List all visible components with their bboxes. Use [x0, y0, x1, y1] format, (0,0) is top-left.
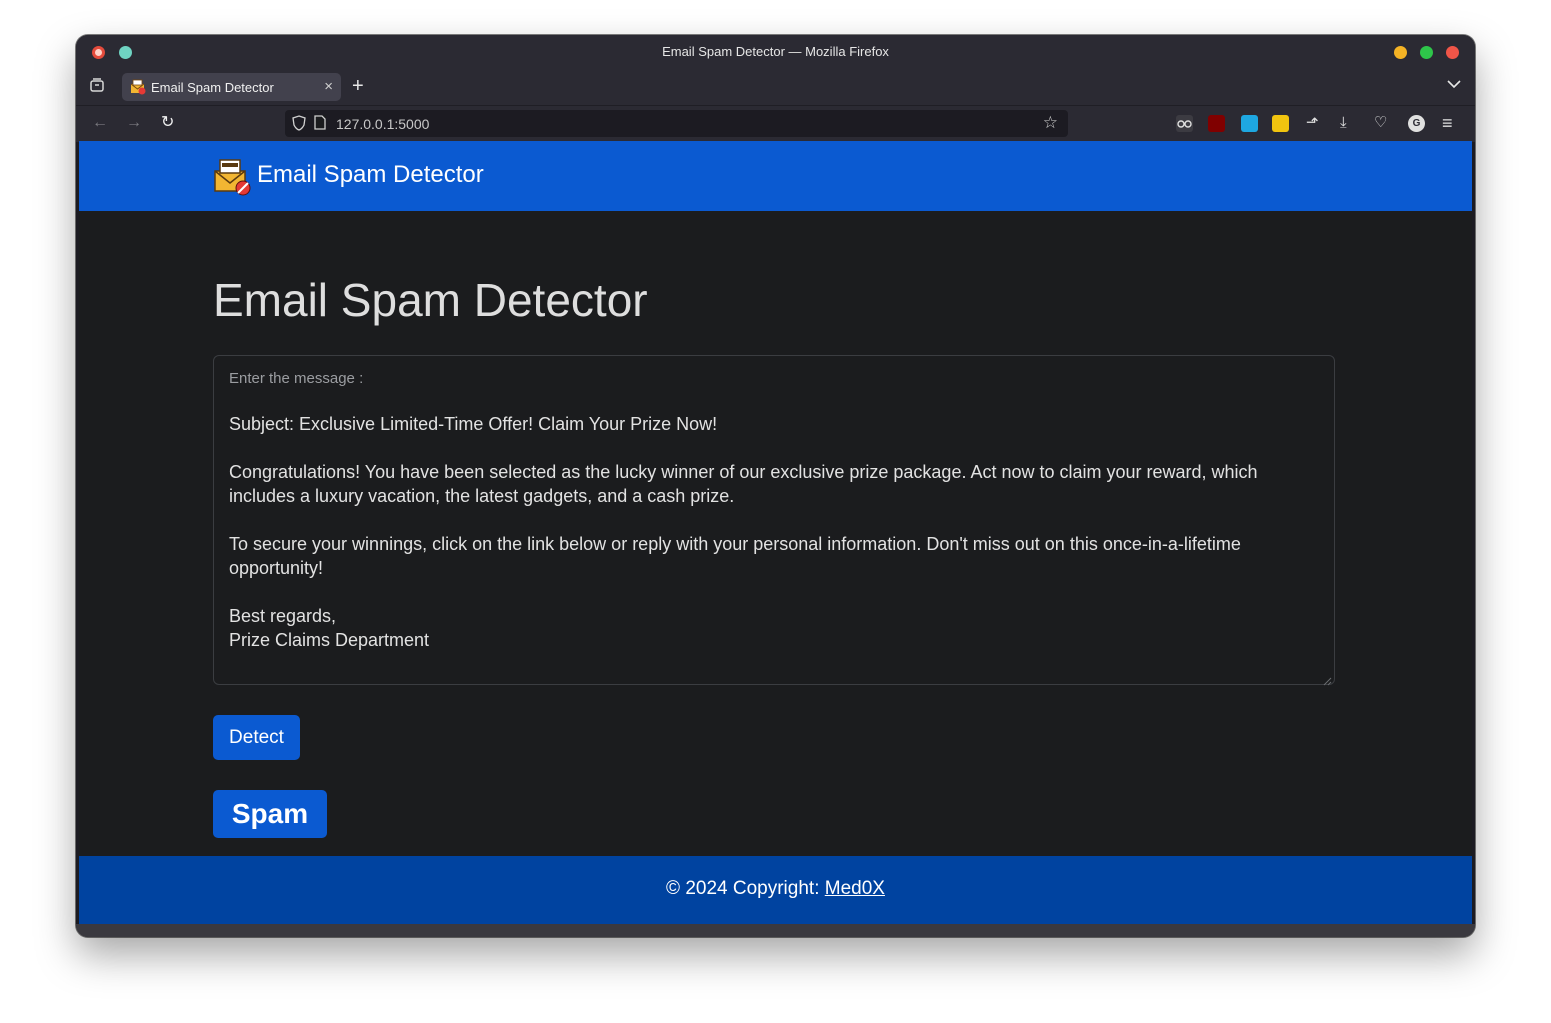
tab-overview-icon[interactable]: [88, 77, 106, 95]
copyright-text: © 2024 Copyright:: [666, 878, 825, 899]
translate-extension-icon[interactable]: [1241, 115, 1258, 132]
close-window-button[interactable]: [1446, 46, 1459, 59]
pocket-icon[interactable]: ♡: [1374, 114, 1387, 132]
tab-email-spam-detector[interactable]: Email Spam Detector ×: [122, 73, 341, 101]
spam-mail-favicon-icon: [130, 79, 146, 95]
downloads-icon[interactable]: ⤓: [1340, 114, 1347, 132]
back-button[interactable]: ←: [92, 114, 108, 132]
message-label: Enter the message :: [229, 370, 364, 387]
list-all-tabs-icon[interactable]: [1447, 76, 1461, 92]
extensions-puzzle-icon[interactable]: ⬏: [1306, 114, 1319, 132]
page-info-icon[interactable]: [314, 115, 326, 130]
web-page: Email Spam Detector Email Spam Detector …: [79, 141, 1472, 924]
tab-label: Email Spam Detector: [151, 80, 274, 95]
spam-mail-logo-icon[interactable]: [213, 157, 253, 197]
detect-button[interactable]: Detect: [213, 715, 300, 760]
resize-grip-icon[interactable]: [1323, 673, 1332, 686]
ublock-origin-icon[interactable]: [1208, 115, 1225, 132]
app-menu-icon[interactable]: ≡: [1442, 114, 1453, 132]
browser-window: Email Spam Detector — Mozilla Firefox Em…: [76, 35, 1475, 937]
tab-strip: Email Spam Detector × +: [76, 69, 1475, 105]
message-textarea[interactable]: Enter the message : Subject: Exclusive L…: [213, 355, 1335, 686]
account-avatar-icon[interactable]: G: [1408, 115, 1425, 132]
result-badge: Spam: [213, 790, 327, 838]
site-brand[interactable]: Email Spam Detector: [257, 161, 484, 189]
site-navbar: Email Spam Detector: [79, 141, 1472, 211]
author-link[interactable]: Med0X: [825, 878, 885, 899]
minimize-button[interactable]: [1394, 46, 1407, 59]
reload-button[interactable]: ↻: [161, 114, 174, 132]
window-bottom-edge: [76, 924, 1475, 937]
page-title: Email Spam Detector: [213, 274, 648, 326]
new-tab-button[interactable]: +: [352, 76, 364, 96]
message-content[interactable]: Subject: Exclusive Limited-Time Offer! C…: [229, 412, 1319, 652]
window-title: Email Spam Detector — Mozilla Firefox: [662, 44, 889, 59]
maximize-button[interactable]: [1420, 46, 1433, 59]
extension-glasses-icon[interactable]: [1176, 115, 1193, 132]
url-text[interactable]: 127.0.0.1:5000: [336, 116, 429, 132]
address-bar[interactable]: 127.0.0.1:5000 ☆: [285, 110, 1068, 137]
forward-button[interactable]: →: [126, 114, 142, 132]
reader-extension-icon[interactable]: [1272, 115, 1289, 132]
site-footer: © 2024 Copyright: Med0X: [79, 856, 1472, 924]
tab-close-icon[interactable]: ×: [324, 78, 333, 95]
navigation-toolbar: ← → ↻ 127.0.0.1:5000 ☆ ⬏ ⤓ ♡ G ≡: [76, 105, 1475, 142]
bookmark-star-icon[interactable]: ☆: [1043, 113, 1058, 133]
footer-text: © 2024 Copyright: Med0X: [79, 878, 1472, 900]
title-bar: Email Spam Detector — Mozilla Firefox: [76, 35, 1475, 69]
tracking-shield-icon[interactable]: [292, 115, 306, 131]
